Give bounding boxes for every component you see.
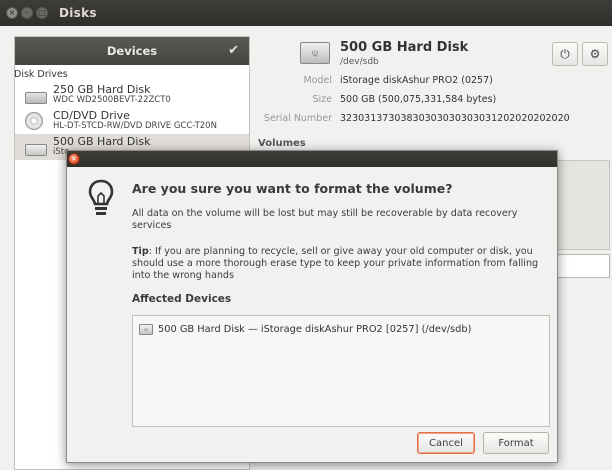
dialog-tip: Tip: If you are planning to recycle, sel…	[132, 246, 552, 282]
device-name: CD/DVD Drive	[53, 109, 130, 122]
field-model-value: iStorage diskAshur PRO2 (0257)	[340, 75, 493, 86]
devices-header-label: Devices	[106, 44, 158, 58]
affected-devices-list: ⍦ 500 GB Hard Disk — iStorage diskAshur …	[132, 315, 550, 427]
usb-drive-icon: ⍦	[300, 42, 330, 64]
field-size-value: 500 GB (500,075,331,584 bytes)	[340, 94, 497, 105]
usb-drive-icon: ⍦	[139, 324, 153, 335]
affected-devices-label: Affected Devices	[132, 293, 232, 305]
dialog-heading: Are you sure you want to format the volu…	[132, 181, 453, 196]
disk-title: 500 GB Hard Disk	[340, 40, 469, 55]
sidebar-item-250gb-disk[interactable]: 250 GB Hard Disk WDC WD2500BEVT-22ZCT0	[15, 82, 249, 108]
checkmark-icon[interactable]: ✔	[228, 43, 239, 58]
window-minimize-icon[interactable]: –	[21, 7, 33, 19]
lightbulb-icon	[88, 179, 114, 215]
hard-disk-icon	[25, 92, 47, 104]
power-off-button[interactable]: ⏻	[552, 42, 578, 66]
format-volume-dialog: × Are you sure you want to format the vo…	[66, 150, 558, 463]
device-model: WDC WD2500BEVT-22ZCT0	[53, 95, 171, 105]
tip-text: : If you are planning to recycle, sell o…	[132, 246, 539, 281]
disc-icon	[25, 112, 43, 130]
disk-device-path: /dev/sdb	[340, 57, 379, 67]
sidebar-item-cd-dvd[interactable]: CD/DVD Drive HL-DT-STCD-RW/DVD DRIVE GCC…	[15, 108, 249, 134]
settings-button[interactable]: ⚙	[582, 42, 608, 66]
device-name: 500 GB Hard Disk	[53, 135, 151, 148]
dialog-title-bar: ×	[67, 151, 557, 167]
field-serial-value: 32303137303830303030303031202020202020	[340, 113, 570, 124]
field-label: Size	[312, 94, 332, 105]
cancel-button[interactable]: Cancel	[417, 432, 475, 454]
affected-device-text: 500 GB Hard Disk — iStorage diskAshur PR…	[158, 324, 472, 335]
section-label-disk-drives: Disk Drives	[14, 69, 68, 80]
device-name: 250 GB Hard Disk	[53, 83, 151, 96]
list-item: ⍦ 500 GB Hard Disk — iStorage diskAshur …	[139, 324, 471, 335]
window-title: Disks	[59, 6, 97, 20]
window-maximize-icon[interactable]: □	[36, 7, 48, 19]
field-label: Serial Number	[263, 113, 332, 124]
format-button[interactable]: Format	[483, 432, 549, 454]
tip-label: Tip	[132, 246, 149, 257]
dialog-close-icon[interactable]: ×	[68, 153, 80, 165]
field-label: Model	[303, 75, 332, 86]
devices-header: Devices ✔	[15, 37, 249, 65]
dialog-body: All data on the volume will be lost but …	[132, 208, 518, 231]
power-icon: ⏻	[560, 46, 570, 61]
window-close-icon[interactable]: ×	[6, 7, 18, 19]
device-model: HL-DT-STCD-RW/DVD DRIVE GCC-T20N	[53, 121, 217, 131]
volumes-label: Volumes	[258, 138, 306, 149]
title-bar: × – □ Disks	[0, 0, 612, 26]
gear-icon: ⚙	[589, 47, 601, 61]
usb-drive-icon	[25, 144, 47, 156]
